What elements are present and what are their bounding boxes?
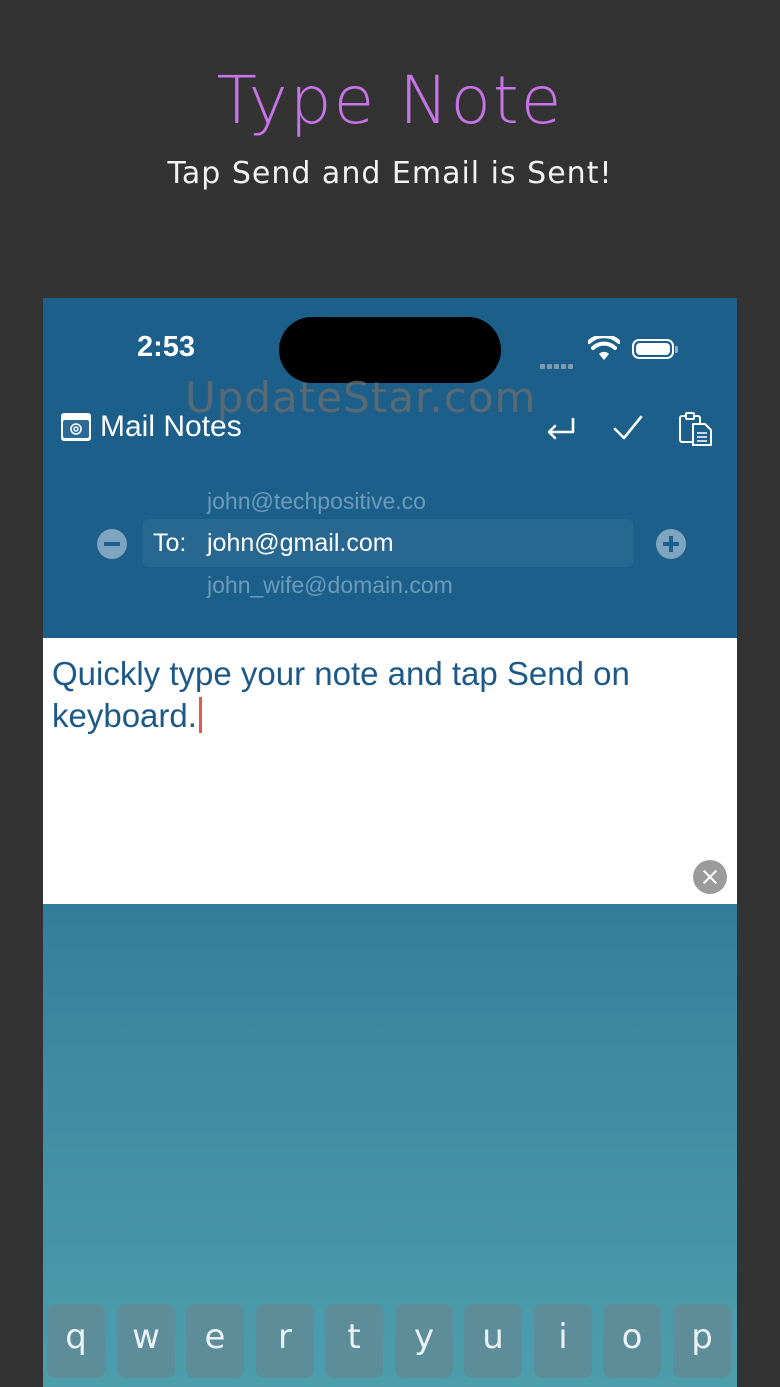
key-r[interactable]: r [256, 1304, 314, 1378]
key-e[interactable]: e [186, 1304, 244, 1378]
key-p[interactable]: p [673, 1304, 731, 1378]
note-editor[interactable]: Quickly type your note and tap Send on k… [43, 638, 737, 904]
clear-note-button[interactable] [693, 860, 727, 894]
key-o[interactable]: o [603, 1304, 661, 1378]
checkmark-icon[interactable] [610, 410, 646, 446]
recipient-option-above[interactable]: john@techpositive.co [207, 488, 426, 515]
note-text[interactable]: Quickly type your note and tap Send on k… [52, 653, 712, 737]
key-w[interactable]: w [117, 1304, 175, 1378]
add-recipient-button[interactable] [656, 529, 686, 559]
phone-screen: 2:53 Mail Notes john@techpositive.co To:… [43, 298, 737, 1387]
key-q[interactable]: q [47, 1304, 105, 1378]
keyboard-row: q w e r t y u i o p [43, 1302, 737, 1387]
mail-notes-logo-icon [61, 413, 91, 441]
to-label: To: [153, 529, 187, 557]
to-recipient-picker[interactable]: john@gmail.com [207, 529, 394, 558]
status-time: 2:53 [137, 331, 196, 363]
cellular-signal-icon [540, 354, 575, 373]
app-header: 2:53 Mail Notes john@techpositive.co To:… [43, 298, 737, 638]
recipient-option-below[interactable]: john_wife@domain.com [207, 572, 453, 599]
return-icon[interactable] [543, 410, 579, 446]
wifi-icon [588, 336, 620, 360]
remove-recipient-button[interactable] [97, 529, 127, 559]
battery-icon [632, 339, 678, 359]
key-t[interactable]: t [325, 1304, 383, 1378]
promo-title: Type Note [216, 62, 564, 139]
watermark: UpdateStar.com [185, 373, 537, 422]
key-i[interactable]: i [534, 1304, 592, 1378]
promo-subtitle: Tap Send and Email is Sent! [167, 156, 613, 191]
key-y[interactable]: y [395, 1304, 453, 1378]
clipboard-icon[interactable] [677, 410, 713, 446]
text-caret [198, 697, 202, 733]
key-u[interactable]: u [464, 1304, 522, 1378]
